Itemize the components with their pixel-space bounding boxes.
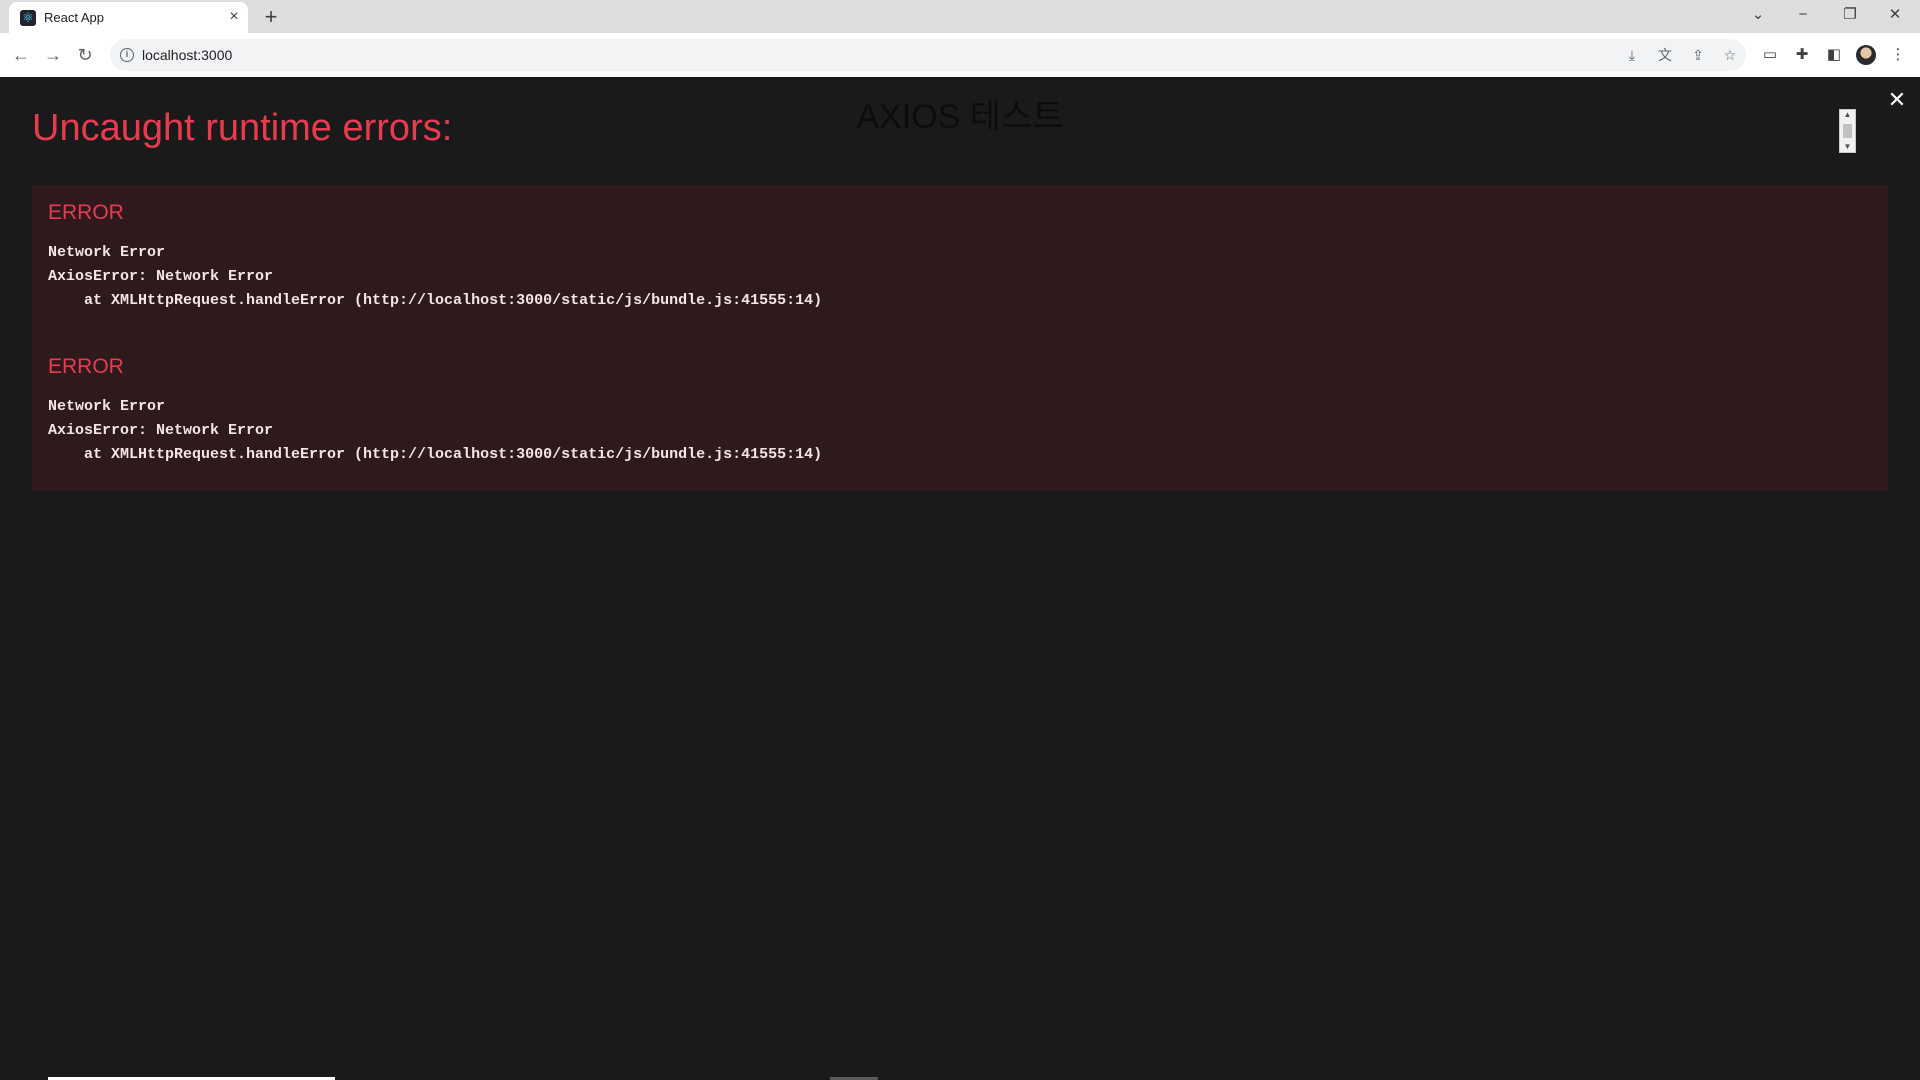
share-icon[interactable]: ⇪ [1688,45,1708,65]
error-item: ERROR Network Error AxiosError: Network … [48,201,822,313]
avatar[interactable] [1856,45,1876,65]
tab-title: React App [44,10,104,25]
chevron-down-icon[interactable]: ⌄ [1743,4,1773,26]
overlay-title: Uncaught runtime errors: [32,107,453,149]
stack-line: at XMLHttpRequest.handleError (http://lo… [84,446,823,463]
install-icon[interactable]: ⤓ [1622,45,1642,65]
error-panel: ERROR Network Error AxiosError: Network … [32,185,1888,491]
address-bar[interactable]: i localhost:3000 ⤓ 文 ⇪ ☆ [110,39,1746,71]
translate-icon[interactable]: 文 [1655,45,1675,65]
restore-icon[interactable]: ❐ [1835,4,1865,26]
back-arrow-icon[interactable]: ← [9,43,33,67]
bookmark-star-icon[interactable]: ☆ [1720,45,1740,65]
overlay-close-button[interactable]: ✕ [1884,87,1910,113]
browser-toolbar: ← → ↻ i localhost:3000 ⤓ 文 ⇪ ☆ ▭ ✚ ◧ ⋮ [0,33,1920,77]
browser-tab[interactable]: ⚛ React App × [9,2,248,33]
side-panel-icon[interactable]: ◧ [1823,44,1845,66]
error-header: ERROR [48,201,124,224]
page-viewport: AXIOS 테스트 Uncaught runtime errors: ✕ ▲ ▼… [0,77,1920,1080]
minimize-icon[interactable]: − [1788,4,1818,26]
more-menu-icon[interactable]: ⋮ [1887,44,1909,66]
reload-icon[interactable]: ↻ [73,43,97,67]
error-message: Network Error [48,244,166,261]
error-item: ERROR Network Error AxiosError: Network … [48,355,822,467]
overlay-scrollbar[interactable]: ▲ ▼ [1839,109,1856,153]
tab-strip: ⚛ React App × + ⌄ − ❐ ✕ [0,0,1920,33]
stack-line: AxiosError: Network Error [48,422,274,439]
scroll-up-arrow-icon[interactable]: ▲ [1840,110,1855,120]
forward-arrow-icon[interactable]: → [41,43,65,67]
tab-close-icon[interactable]: × [226,9,242,25]
error-header: ERROR [48,355,124,378]
extensions-puzzle-icon[interactable]: ✚ [1791,44,1813,66]
new-tab-button[interactable]: + [260,6,282,28]
stack-line: at XMLHttpRequest.handleError (http://lo… [84,292,823,309]
cast-icon[interactable]: ▭ [1759,44,1781,66]
stack-line: AxiosError: Network Error [48,268,274,285]
info-icon[interactable]: i [120,48,134,62]
scrollbar-thumb[interactable] [1843,124,1852,138]
react-icon: ⚛ [20,10,36,26]
scroll-down-arrow-icon[interactable]: ▼ [1840,142,1855,152]
error-message: Network Error [48,398,166,415]
window-close-icon[interactable]: ✕ [1880,4,1910,26]
url-text[interactable]: localhost:3000 [142,47,232,63]
